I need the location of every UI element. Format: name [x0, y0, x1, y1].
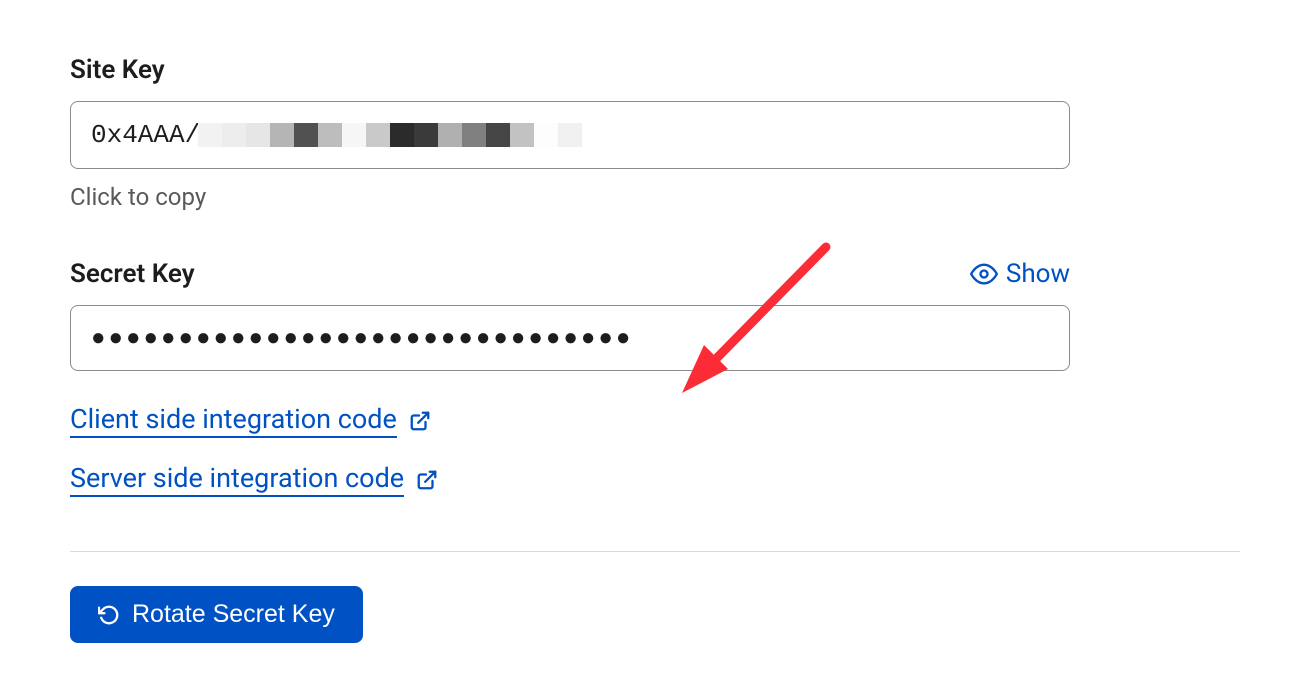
- server-integration-link[interactable]: Server side integration code: [70, 462, 438, 497]
- server-link-text: Server side integration code: [70, 462, 404, 497]
- secret-key-label: Secret Key: [70, 259, 195, 289]
- secret-key-group: Secret Key Show ●●●●●●●●●●●●●●●●●●●●●●●●…: [70, 259, 1240, 371]
- refresh-icon: [98, 604, 120, 626]
- external-link-icon: [416, 469, 438, 491]
- trailing-slash: /: [185, 120, 197, 150]
- rotate-secret-key-button[interactable]: Rotate Secret Key: [70, 586, 363, 643]
- site-key-group: Site Key 0x4AAA/ Click: [70, 55, 1240, 211]
- eye-icon: [970, 260, 998, 288]
- show-secret-button[interactable]: Show: [970, 259, 1070, 289]
- site-key-input[interactable]: 0x4AAA/: [70, 101, 1070, 169]
- client-integration-link[interactable]: Client side integration code: [70, 403, 431, 438]
- external-link-icon: [409, 410, 431, 432]
- site-key-redacted-pixels: [198, 123, 582, 147]
- site-key-label: Site Key: [70, 55, 1240, 85]
- client-link-text: Client side integration code: [70, 403, 397, 438]
- secret-key-masked-value: ●●●●●●●●●●●●●●●●●●●●●●●●●●●●●●●: [91, 324, 633, 352]
- secret-key-input[interactable]: ●●●●●●●●●●●●●●●●●●●●●●●●●●●●●●●: [70, 305, 1070, 371]
- section-divider: [70, 551, 1240, 552]
- rotate-button-label: Rotate Secret Key: [132, 600, 335, 629]
- show-label: Show: [1006, 259, 1070, 289]
- site-key-helper: Click to copy: [70, 183, 1240, 211]
- site-key-value-prefix: 0x4AAA: [91, 120, 185, 150]
- integration-links: Client side integration code Server side…: [70, 403, 1240, 521]
